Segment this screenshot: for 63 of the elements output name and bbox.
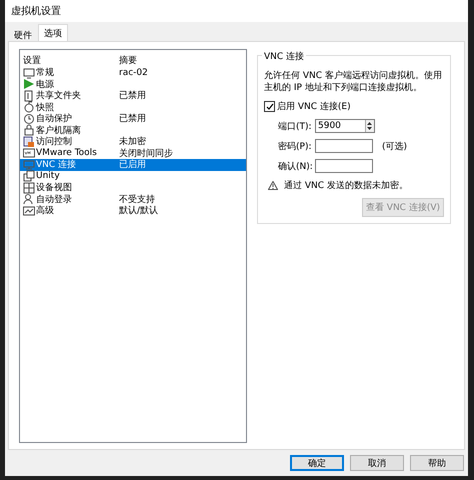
row-label: VMware Tools bbox=[36, 148, 97, 158]
row-summary: 不受支持 bbox=[119, 194, 155, 206]
window-title: 虚拟机设置 bbox=[11, 4, 61, 18]
row-label: 自动保护 bbox=[36, 112, 72, 126]
list-row[interactable]: 快照 bbox=[20, 102, 246, 113]
dialog-button[interactable]: 取消 bbox=[350, 455, 404, 471]
user-icon bbox=[23, 193, 35, 206]
chart-icon bbox=[23, 204, 35, 217]
list-row[interactable]: VMware Tools 关闭时间同步 bbox=[20, 148, 246, 159]
row-summary: 已禁用 bbox=[119, 112, 146, 126]
list-row[interactable]: 自动登录 不受支持 bbox=[20, 194, 246, 205]
description-text: 允许任何 VNC 客户端远程访问虚拟机。使用主机的 IP 地址和下列端口连接虚拟机。 bbox=[264, 70, 443, 94]
checkbox[interactable] bbox=[264, 101, 275, 112]
clock-icon bbox=[23, 112, 35, 125]
list-row[interactable]: 高级 默认/默认 bbox=[20, 205, 246, 216]
column-header: 摘要 bbox=[119, 54, 137, 66]
checkbox-label: 启用 VNC 连接(E) bbox=[277, 100, 351, 113]
row-summary: 默认/默认 bbox=[119, 204, 158, 218]
list-row[interactable]: 电源 bbox=[20, 78, 246, 90]
dialog-button[interactable]: 帮助 bbox=[410, 455, 464, 471]
row-label: 电源 bbox=[36, 78, 54, 90]
play-icon bbox=[23, 78, 35, 90]
row-summary: 已禁用 bbox=[119, 90, 146, 102]
row-label: VNC 连接 bbox=[36, 158, 76, 171]
list-row[interactable]: VNC 连接 已启用 bbox=[20, 159, 246, 170]
list-row[interactable]: 常规 rac-02 bbox=[20, 67, 246, 78]
row-summary: 关闭时间同步 bbox=[119, 148, 173, 160]
row-label: 设备视图 bbox=[36, 182, 72, 194]
field-label: 端口(T): bbox=[278, 120, 312, 132]
windows-icon bbox=[23, 170, 35, 182]
row-label: 自动登录 bbox=[36, 194, 72, 206]
list-row[interactable]: 访问控制 未加密 bbox=[20, 136, 246, 148]
group-title: VNC 连接 bbox=[262, 50, 306, 63]
list-row[interactable]: 客户机隔离 bbox=[20, 124, 246, 136]
row-label: 访问控制 bbox=[36, 136, 72, 148]
list-row[interactable]: 自动保护 已禁用 bbox=[20, 113, 246, 124]
row-label: 共享文件夹 bbox=[36, 90, 81, 102]
field-label: 密码(P): bbox=[278, 140, 312, 152]
hint-text: (可选) bbox=[382, 140, 408, 152]
list-row[interactable]: 设备视图 bbox=[20, 182, 246, 194]
row-summary: 已启用 bbox=[119, 158, 146, 172]
grid-icon bbox=[23, 182, 35, 194]
row-label: 客户机隔离 bbox=[36, 124, 81, 136]
row-label: 高级 bbox=[36, 204, 54, 218]
password-field[interactable] bbox=[315, 139, 373, 153]
spin-arrows-icon[interactable] bbox=[366, 120, 373, 132]
monitor-icon bbox=[23, 66, 35, 79]
row-label: 常规 bbox=[36, 66, 54, 80]
confirm-field[interactable] bbox=[315, 159, 373, 173]
dialog-button[interactable]: 确定 bbox=[290, 455, 344, 471]
row-summary: 未加密 bbox=[119, 136, 146, 148]
warning-icon bbox=[268, 181, 278, 190]
row-summary: rac-02 bbox=[119, 68, 148, 78]
port-spinbox[interactable]: 5900 bbox=[315, 119, 375, 133]
warning-text: 通过 VNC 发送的数据未加密。 bbox=[284, 180, 408, 192]
tab[interactable]: 选项 bbox=[38, 24, 68, 41]
row-label: 快照 bbox=[36, 102, 54, 114]
vm-icon bbox=[23, 147, 35, 160]
column-header: 设置 bbox=[23, 54, 42, 66]
field-label: 确认(N): bbox=[278, 160, 312, 172]
list-row[interactable]: Unity bbox=[20, 170, 246, 182]
row-label: Unity bbox=[36, 171, 60, 182]
list-row[interactable]: 共享文件夹 已禁用 bbox=[20, 90, 246, 102]
